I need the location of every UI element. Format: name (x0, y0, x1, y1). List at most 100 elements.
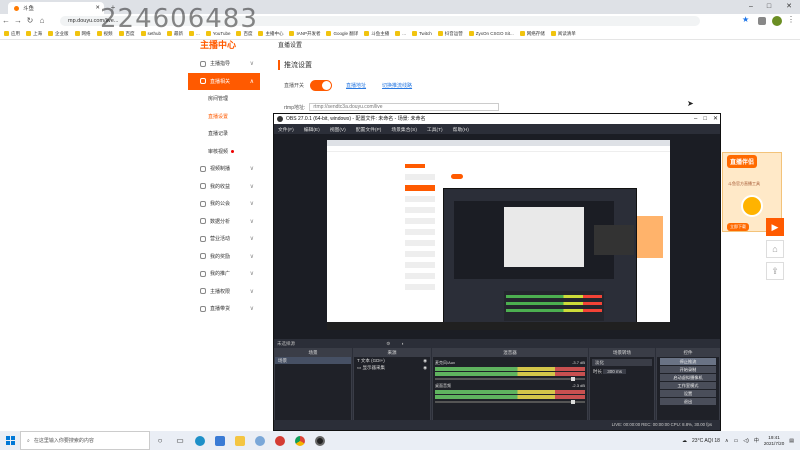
avatar[interactable] (772, 16, 782, 26)
obs-menu-item[interactable]: 视图(V) (330, 126, 346, 133)
search-icon: ⌕ (27, 437, 30, 444)
sidebar-item[interactable]: 营业活动 ∨ (188, 230, 260, 248)
visibility-eye-icon[interactable]: ◉ (423, 364, 427, 371)
start-recording-button[interactable]: 开始录制 (660, 366, 716, 373)
sidebar-subitem[interactable]: 房间管理 (188, 90, 260, 108)
bookmark-star-icon[interactable]: ★ (742, 15, 749, 24)
sidebar-item[interactable]: 数据分析 ∨ (188, 213, 260, 231)
bookmark-item[interactable]: 网络 (74, 31, 91, 37)
volume-slider[interactable] (435, 400, 585, 404)
obs-menu-item[interactable]: 文件(F) (278, 126, 294, 133)
clock[interactable]: 19:41 2021/7/20 (764, 435, 784, 447)
start-button[interactable] (0, 431, 20, 450)
sidebar-item[interactable]: 直播相关 ∧ (188, 72, 260, 90)
sidebar-subitem[interactable]: 直播设置 (188, 108, 260, 126)
filters-icon[interactable]: ◐ (402, 341, 405, 346)
push-toggle[interactable] (310, 80, 333, 91)
home-icon[interactable]: ⌂ (36, 15, 48, 27)
sidebar-subitem[interactable]: 直播记录 (188, 125, 260, 143)
sidebar-item[interactable]: 我的收益 ∨ (188, 178, 260, 196)
netease-music-icon[interactable] (270, 431, 290, 450)
live-address-link[interactable]: 直播地址 (346, 82, 366, 89)
sidebar-item[interactable]: 我的推广 ∨ (188, 265, 260, 283)
bookmark-item[interactable]: 网络存储 (519, 31, 545, 37)
chrome-icon[interactable] (290, 431, 310, 450)
taskview-windows-icon[interactable]: ▭ (170, 431, 190, 450)
sidebar-item-label: 我的推广 (210, 271, 231, 278)
menu-icon[interactable]: ⋮ (787, 15, 795, 24)
scene-item[interactable]: 场景 (275, 357, 351, 364)
bookmark-item[interactable]: 企业版 (48, 31, 69, 37)
sidebar-item[interactable]: 主播指导 ∨ (188, 55, 260, 73)
obs-menu-item[interactable]: 编辑(E) (304, 126, 320, 133)
close-window-icon[interactable]: ✕ (782, 2, 796, 12)
obs-menu-item[interactable]: 工具(T) (427, 126, 443, 133)
store-icon[interactable] (210, 431, 230, 450)
obs-menu-item[interactable]: 帮助(H) (453, 126, 469, 133)
sidebar-item-icon (200, 288, 206, 295)
studio-mode-button[interactable]: 工作室模式 (660, 382, 716, 389)
obs-taskbar-icon[interactable] (310, 431, 330, 450)
sidebar-item[interactable]: 主播权限 ∨ (188, 283, 260, 301)
bookmark-item[interactable]: 阅读清单 (550, 31, 576, 37)
obs-close-icon[interactable]: ✕ (713, 114, 718, 124)
volume-slider[interactable] (435, 377, 585, 381)
bookmark-item[interactable]: Google 翻译 (326, 31, 358, 37)
share-icon[interactable]: ⇪ (766, 262, 784, 280)
download-button[interactable]: 立即下载 (727, 223, 749, 231)
folder-icon (48, 31, 53, 36)
reload-icon[interactable]: ↻ (24, 15, 36, 27)
duration-input[interactable]: 300 ms (603, 369, 627, 374)
bookmark-item[interactable]: ... (395, 31, 406, 36)
bookmark-item[interactable]: 主播中心 (258, 31, 283, 37)
virtual-camera-button[interactable]: 启动虚拟摄像机 (660, 374, 716, 381)
bookmark-item[interactable]: 应用 (4, 31, 20, 37)
sidebar-item[interactable]: 视频制播 ∨ (188, 160, 260, 178)
back-icon[interactable]: ← (0, 15, 12, 27)
settings-button[interactable]: 设置 (660, 390, 716, 397)
forward-icon[interactable]: → (12, 15, 24, 27)
sidebar-item[interactable]: 我的公会 ∨ (188, 195, 260, 213)
play-icon[interactable]: ▶ (766, 218, 784, 236)
bookmark-item[interactable]: IANP开发者 (289, 31, 320, 37)
sidebar-item[interactable]: 直播带货 ∨ (188, 300, 260, 318)
ime-icon[interactable]: 中 (754, 437, 759, 444)
weather-text[interactable]: 23°C AQI 18 (692, 438, 720, 444)
source-item[interactable]: T 文本 (GDI+) ◉ (354, 357, 430, 364)
bookmark-item[interactable]: ZyxOn CSGO Sit... (468, 31, 514, 36)
obs-maximize-icon[interactable]: □ (703, 114, 707, 124)
bookmark-item[interactable]: Twitch (412, 31, 432, 36)
obs-preview[interactable] (274, 134, 720, 339)
edge-icon[interactable] (190, 431, 210, 450)
obs-menu-item[interactable]: 场景集合(S) (391, 126, 417, 133)
network-icon[interactable]: ▭ (734, 438, 739, 444)
notification-icon[interactable]: ▤ (789, 438, 794, 444)
sidebar-item-label: 营业活动 (210, 236, 231, 243)
transition-select[interactable]: 淡化 (592, 359, 652, 366)
obs-menu-item[interactable]: 配置文件(P) (356, 126, 382, 133)
task-view-icon[interactable]: ○ (150, 431, 170, 450)
rtmp-input[interactable]: rtmp://sendtc3a.douyu.com/live (309, 103, 500, 111)
exit-button[interactable]: 退出 (660, 398, 716, 405)
tray-arrow-icon[interactable]: ∧ (725, 438, 729, 444)
properties-gear-icon[interactable]: ⚙ (386, 341, 390, 346)
extension-icon[interactable] (758, 17, 766, 25)
minimize-icon[interactable]: – (744, 2, 758, 12)
obs-minimize-icon[interactable]: – (694, 114, 697, 124)
bookmark-item[interactable]: 斗鱼主播 (364, 31, 389, 37)
browser-tab[interactable]: 斗鱼 ✕ (8, 2, 104, 14)
bookmark-item[interactable]: 抖音运营 (437, 31, 463, 37)
visibility-eye-icon[interactable]: ◉ (423, 357, 427, 364)
stop-streaming-button[interactable]: 停止推流 (660, 358, 716, 365)
switch-line-link[interactable]: 切换推流线路 (382, 82, 412, 89)
sidebar-item[interactable]: 我的奖励 ∨ (188, 248, 260, 266)
home-float-icon[interactable]: ⌂ (766, 240, 784, 258)
taskbar-search[interactable]: ⌕ 在这里输入你要搜索的内容 (20, 431, 150, 450)
volume-icon[interactable]: ◁) (743, 438, 749, 444)
app-icon[interactable] (250, 431, 270, 450)
source-item[interactable]: ▭ 显示器采集 ◉ (354, 364, 430, 371)
folder-icon[interactable] (230, 431, 250, 450)
maximize-icon[interactable]: □ (762, 2, 776, 12)
sidebar-subitem[interactable]: 审核视频 (188, 143, 260, 161)
bookmark-item[interactable]: 上海 (26, 31, 42, 37)
